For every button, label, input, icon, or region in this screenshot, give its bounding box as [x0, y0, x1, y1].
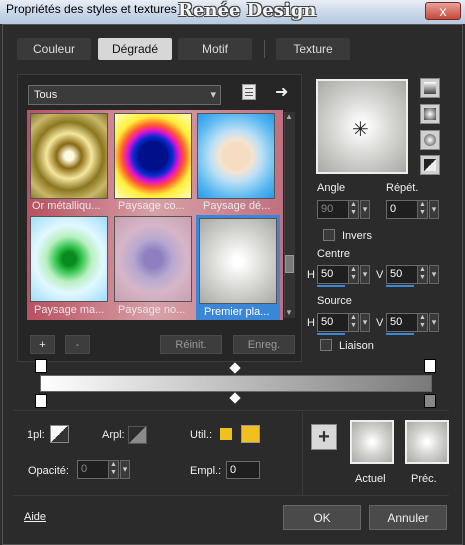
source-h-label: H: [307, 317, 315, 329]
thumbnail-scrollbar[interactable]: [284, 112, 295, 318]
link-checkbox[interactable]: [320, 339, 332, 351]
center-v-dropdown[interactable]: ▾: [429, 265, 439, 284]
window-title: Propriétés des styles et textures: [6, 2, 177, 16]
foreground-stop-icon[interactable]: [50, 425, 69, 443]
angle-label: Angle: [317, 182, 346, 194]
center-label: Centre: [317, 248, 351, 260]
center-h-slider[interactable]: [317, 285, 345, 287]
tab-degrade[interactable]: Dégradé: [98, 38, 172, 60]
center-h-dropdown[interactable]: ▾: [360, 265, 370, 284]
help-link[interactable]: Aide: [24, 511, 46, 523]
center-v-spinner[interactable]: ▲ ▼: [417, 266, 427, 283]
thumbnail-label: Paysage ma...: [34, 304, 105, 316]
save-gradient-button[interactable]: Enreg.: [233, 335, 295, 354]
tab-divider: [264, 40, 265, 58]
center-h-spinner[interactable]: ▲ ▼: [348, 266, 358, 283]
watermark-logo: Renée Design: [178, 0, 317, 21]
source-v-slider[interactable]: [386, 333, 414, 335]
sunburst-style-icon[interactable]: [420, 130, 440, 150]
reset-button[interactable]: Réinit.: [160, 335, 222, 354]
thumbnail-landscape-ma[interactable]: [30, 216, 108, 302]
rectangular-style-icon[interactable]: [420, 104, 440, 124]
add-button[interactable]: +: [311, 424, 337, 450]
cancel-button[interactable]: Annuler: [369, 505, 447, 530]
thumbnail-label: Paysage co...: [118, 200, 185, 212]
source-h-dropdown[interactable]: ▾: [360, 313, 370, 332]
thumbnail-landscape-de[interactable]: [197, 113, 275, 199]
scroll-up-icon[interactable]: ▲: [285, 112, 293, 121]
thumbnail-gold-metallic[interactable]: [30, 113, 108, 199]
filter-dropdown[interactable]: Tous: [28, 85, 221, 105]
divider: [13, 410, 449, 411]
start-stop-marker[interactable]: [35, 394, 47, 408]
thumbnail-foreground[interactable]: [199, 218, 277, 304]
invert-label: Invers: [342, 230, 372, 242]
previous-label: Préc.: [411, 473, 437, 485]
tab-motif[interactable]: Motif: [178, 38, 252, 60]
repeat-label: Répét.: [386, 182, 419, 194]
link-label: Liaison: [339, 340, 374, 352]
empl-label: Empl.:: [190, 465, 222, 477]
source-v-dropdown[interactable]: ▾: [429, 313, 439, 332]
close-button[interactable]: x: [425, 2, 461, 20]
thumbnail-label: Paysage dé...: [203, 200, 271, 212]
current-label: Actuel: [355, 473, 386, 485]
angle-dropdown[interactable]: ▾: [360, 200, 370, 219]
source-h-slider[interactable]: [317, 333, 345, 335]
center-v-slider[interactable]: [386, 285, 414, 287]
color-swatch-small[interactable]: [220, 428, 232, 440]
arrow-right-icon[interactable]: ➜: [275, 82, 288, 102]
start-stop-marker-top[interactable]: [35, 359, 47, 373]
repeat-dropdown[interactable]: ▾: [429, 200, 439, 219]
radial-style-icon[interactable]: [420, 155, 440, 175]
tab-texture[interactable]: Texture: [276, 38, 350, 60]
center-v-label: V: [376, 269, 384, 281]
source-v-label: V: [376, 317, 384, 329]
add-gradient-button[interactable]: +: [30, 335, 55, 354]
thumbnail-label: Or métalliqu...: [32, 200, 101, 212]
util-label: Util.:: [190, 429, 212, 441]
thumbnail-label: Paysage no...: [118, 304, 186, 316]
repeat-spinner[interactable]: ▲ ▼: [417, 201, 427, 218]
gradient-bar[interactable]: [40, 375, 432, 392]
background-stop-icon[interactable]: [128, 426, 147, 444]
source-label: Source: [317, 295, 352, 307]
end-stop-marker[interactable]: [424, 394, 436, 408]
divider: [13, 495, 449, 496]
gradient-preview[interactable]: ✳: [316, 79, 408, 174]
previous-preview[interactable]: [405, 420, 449, 464]
empl-input[interactable]: 0: [226, 461, 260, 479]
opacity-dropdown[interactable]: ▾: [120, 460, 130, 479]
end-stop-marker-top[interactable]: [424, 359, 436, 373]
location-label: 1pl:: [27, 429, 45, 441]
invert-checkbox[interactable]: [323, 229, 335, 241]
opacity-label: Opacité:: [28, 465, 69, 477]
thumbnail-label: Premier pla...: [204, 306, 270, 318]
center-crosshair-icon: ✳: [352, 119, 369, 141]
tab-couleur[interactable]: Couleur: [17, 38, 91, 60]
source-v-spinner[interactable]: ▲ ▼: [417, 314, 427, 331]
color-swatch[interactable]: [241, 425, 260, 443]
divider-vertical: [302, 412, 303, 495]
source-h-spinner[interactable]: ▲ ▼: [348, 314, 358, 331]
scroll-down-icon[interactable]: ▼: [285, 308, 293, 317]
center-h-label: H: [307, 269, 315, 281]
ok-button[interactable]: OK: [283, 505, 361, 530]
thumbnail-landscape-co[interactable]: [114, 113, 192, 199]
opacity-spinner[interactable]: ▲ ▼: [108, 461, 118, 478]
filter-value: Tous: [34, 89, 58, 101]
thumbnail-landscape-no[interactable]: [114, 216, 192, 302]
angle-spinner[interactable]: ▲ ▼: [348, 201, 358, 218]
arpl-label: Arpl:: [102, 429, 125, 441]
linear-style-icon[interactable]: [420, 78, 440, 98]
remove-gradient-button[interactable]: -: [65, 335, 90, 354]
file-icon[interactable]: [242, 84, 256, 100]
scroll-thumb[interactable]: [285, 255, 294, 273]
current-preview[interactable]: [350, 420, 394, 464]
